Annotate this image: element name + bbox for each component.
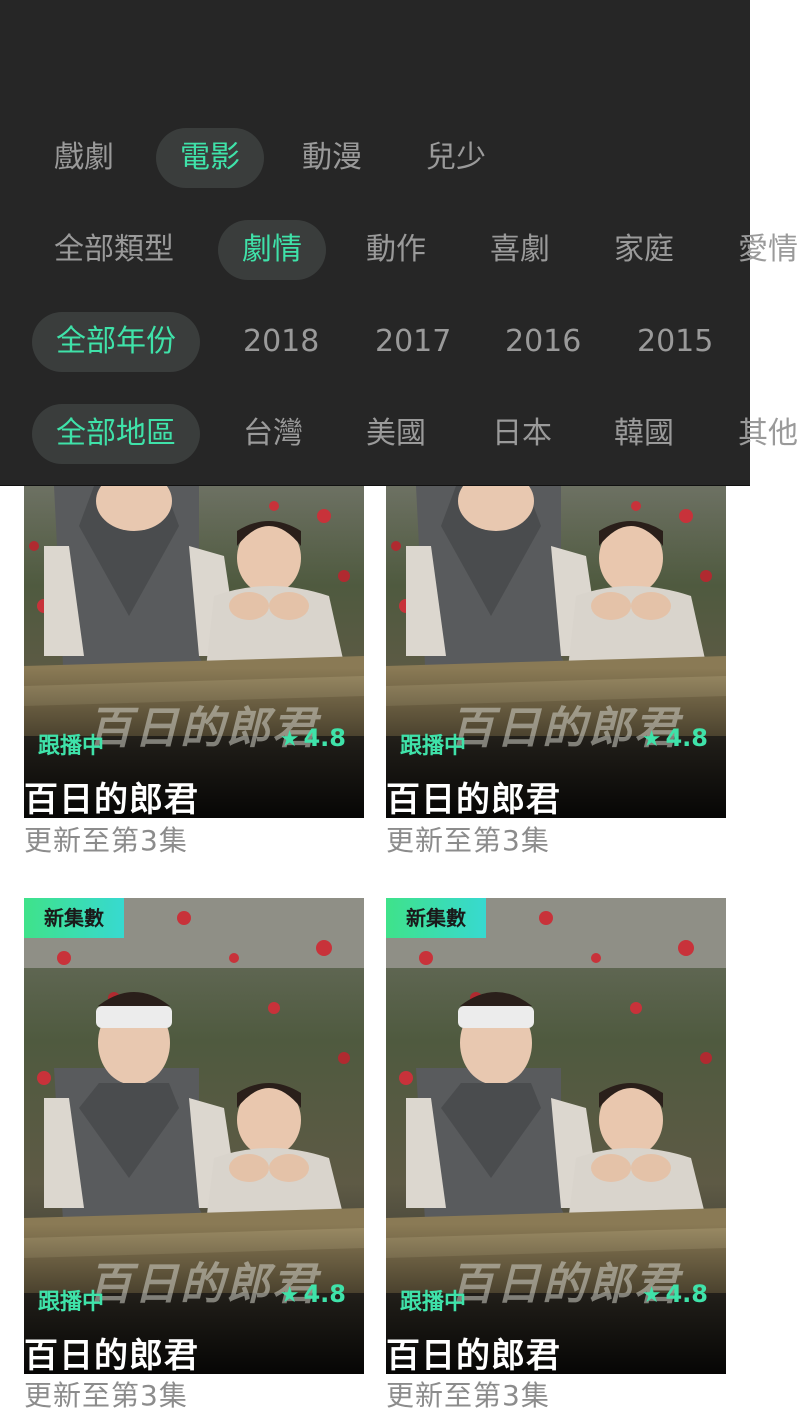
chip-year-2015[interactable]: 2015 — [637, 312, 713, 372]
chip-year-2017[interactable]: 2017 — [375, 312, 451, 372]
chip-year-2018[interactable]: 2018 — [243, 312, 319, 372]
rating: ★ 4.8 — [280, 1280, 346, 1308]
chip-category-anime[interactable]: 動漫 — [302, 128, 362, 188]
video-card[interactable]: 百日的郎君 跟播中 ★ 4.8 百日的郎君 新集數 更新至第3集 — [386, 898, 726, 1412]
chip-region-other[interactable]: 其他 — [738, 404, 798, 464]
status-label: 跟播中 — [38, 734, 105, 759]
episode-info: 更新至第3集 — [386, 824, 550, 857]
rating-value: 4.8 — [303, 1280, 346, 1308]
poster-image[interactable]: 百日的郎君 跟播中 ★ 4.8 百日的郎君 — [386, 898, 726, 1374]
chip-region-usa[interactable]: 美國 — [366, 404, 426, 464]
episode-info: 更新至第3集 — [24, 824, 188, 857]
chip-region-all[interactable]: 全部地區 — [32, 404, 200, 464]
chip-genre-comedy[interactable]: 喜劇 — [490, 220, 550, 280]
chip-category-movie[interactable]: 電影 — [156, 128, 264, 188]
chip-category-kids[interactable]: 兒少 — [426, 128, 486, 188]
poster-image[interactable]: 百日的郎君 跟播中 ★ 4.8 百日的郎君 — [24, 898, 364, 1374]
chip-year-2016[interactable]: 2016 — [505, 312, 581, 372]
status-label: 跟播中 — [38, 1290, 105, 1315]
filter-row-year: 全部年份 2018 2017 2016 2015 — [0, 312, 802, 374]
chip-category-drama[interactable]: 戲劇 — [54, 128, 114, 188]
episode-info: 更新至第3集 — [24, 1379, 188, 1412]
poster-image[interactable]: 百日的郎君 跟播中 ★ 4.8 百日的郎君 — [386, 486, 726, 818]
rating: ★ 4.8 — [642, 724, 708, 752]
new-episode-badge: 新集數 — [386, 898, 486, 938]
status-label: 跟播中 — [400, 1290, 467, 1315]
card-title[interactable]: 百日的郎君 — [386, 1328, 561, 1374]
chip-genre-drama[interactable]: 劇情 — [218, 220, 326, 280]
card-title[interactable]: 百日的郎君 — [386, 772, 561, 818]
star-icon: ★ — [641, 727, 662, 752]
video-card[interactable]: 百日的郎君 跟播中 ★ 4.8 百日的郎君 更新至第3集 — [24, 486, 364, 857]
star-icon: ★ — [641, 1283, 662, 1308]
rating-value: 4.8 — [665, 724, 708, 752]
filter-row-region: 全部地區 台灣 美國 日本 韓國 其他 — [0, 404, 802, 466]
chip-genre-family[interactable]: 家庭 — [614, 220, 674, 280]
rating-value: 4.8 — [303, 724, 346, 752]
card-title[interactable]: 百日的郎君 — [24, 772, 199, 818]
chip-genre-action[interactable]: 動作 — [366, 220, 426, 280]
poster-image[interactable]: 百日的郎君 跟播中 ★ 4.8 百日的郎君 — [24, 486, 364, 818]
chip-year-all[interactable]: 全部年份 — [32, 312, 200, 372]
chip-genre-all[interactable]: 全部類型 — [54, 220, 174, 280]
video-card[interactable]: 百日的郎君 跟播中 ★ 4.8 百日的郎君 更新至第3集 — [386, 486, 726, 857]
episode-info: 更新至第3集 — [386, 1379, 550, 1412]
star-icon: ★ — [279, 727, 300, 752]
card-title[interactable]: 百日的郎君 — [24, 1328, 199, 1374]
chip-genre-romance[interactable]: 愛情 — [738, 220, 798, 280]
chip-region-taiwan[interactable]: 台灣 — [243, 404, 303, 464]
video-card[interactable]: 百日的郎君 跟播中 ★ 4.8 百日的郎君 新集數 更新至第3集 — [24, 898, 364, 1412]
rating-value: 4.8 — [665, 1280, 708, 1308]
new-episode-badge: 新集數 — [24, 898, 124, 938]
rating: ★ 4.8 — [280, 724, 346, 752]
rating: ★ 4.8 — [642, 1280, 708, 1308]
chip-region-japan[interactable]: 日本 — [492, 404, 552, 464]
filter-row-genre: 全部類型 劇情 動作 喜劇 家庭 愛情 — [0, 220, 802, 282]
filter-row-category: 戲劇 電影 動漫 兒少 — [0, 128, 802, 190]
filter-panel: 戲劇 電影 動漫 兒少 全部類型 劇情 動作 喜劇 家庭 愛情 全部年份 201… — [0, 0, 798, 486]
star-icon: ★ — [279, 1283, 300, 1308]
chip-region-korea[interactable]: 韓國 — [614, 404, 674, 464]
status-label: 跟播中 — [400, 734, 467, 759]
